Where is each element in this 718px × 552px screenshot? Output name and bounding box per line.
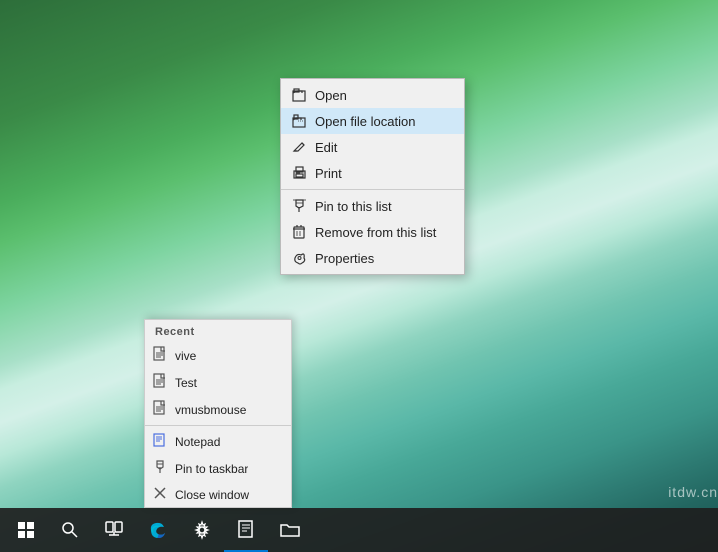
notepad-action-label: Notepad [175, 435, 220, 449]
pin-to-list-label: Pin to this list [315, 199, 392, 214]
ctx-separator-1 [281, 189, 464, 190]
notepad-action[interactable]: Notepad [145, 428, 291, 455]
test-item[interactable]: Test [145, 369, 291, 396]
properties-label: Properties [315, 251, 374, 266]
open-file-location-label: Open file location [315, 114, 415, 129]
pin-to-list-item[interactable]: Pin to this list [281, 193, 464, 219]
start-button[interactable] [4, 508, 48, 552]
settings-button[interactable] [180, 508, 224, 552]
print-item[interactable]: Print [281, 160, 464, 186]
open-label: Open [315, 88, 347, 103]
open-file-location-item[interactable]: Open file location [281, 108, 464, 134]
remove-from-list-item[interactable]: Remove from this list [281, 219, 464, 245]
doc-icon [153, 346, 169, 365]
vmusbmouse-item[interactable]: vmusbmouse [145, 396, 291, 423]
doc-icon-2 [153, 373, 169, 392]
close-window-label: Close window [175, 488, 249, 502]
taskbar [0, 508, 718, 552]
close-window-action[interactable]: Close window [145, 482, 291, 507]
remove-icon [291, 224, 307, 240]
pin-taskbar-action[interactable]: Pin to taskbar [145, 455, 291, 482]
open-item[interactable]: Open [281, 82, 464, 108]
notepad-taskbar-button[interactable] [224, 508, 268, 552]
edge-button[interactable] [136, 508, 180, 552]
task-view-button[interactable] [92, 508, 136, 552]
close-icon [153, 486, 169, 503]
file-explorer-button[interactable] [268, 508, 312, 552]
edit-icon [291, 139, 307, 155]
remove-from-list-label: Remove from this list [315, 225, 436, 240]
open-icon [291, 87, 307, 103]
jump-separator-1 [145, 425, 291, 426]
jump-list-panel: Recent vive Test [144, 319, 292, 508]
watermark-text: itdw.cn [668, 484, 718, 500]
vive-item[interactable]: vive [145, 342, 291, 369]
context-menu: Open Open file location Edit [280, 78, 465, 275]
search-button[interactable] [48, 508, 92, 552]
jump-list-header: Recent [145, 320, 291, 342]
edit-item[interactable]: Edit [281, 134, 464, 160]
pin-taskbar-label: Pin to taskbar [175, 462, 248, 476]
doc-icon-3 [153, 400, 169, 419]
properties-icon [291, 250, 307, 266]
print-label: Print [315, 166, 342, 181]
pin-to-list-icon [291, 198, 307, 214]
edit-label: Edit [315, 140, 337, 155]
vmusbmouse-label: vmusbmouse [175, 403, 246, 417]
print-icon [291, 165, 307, 181]
open-location-icon [291, 113, 307, 129]
vive-label: vive [175, 349, 196, 363]
properties-item[interactable]: Properties [281, 245, 464, 271]
pin-icon [153, 459, 169, 478]
notepad-icon [153, 432, 169, 451]
test-label: Test [175, 376, 197, 390]
